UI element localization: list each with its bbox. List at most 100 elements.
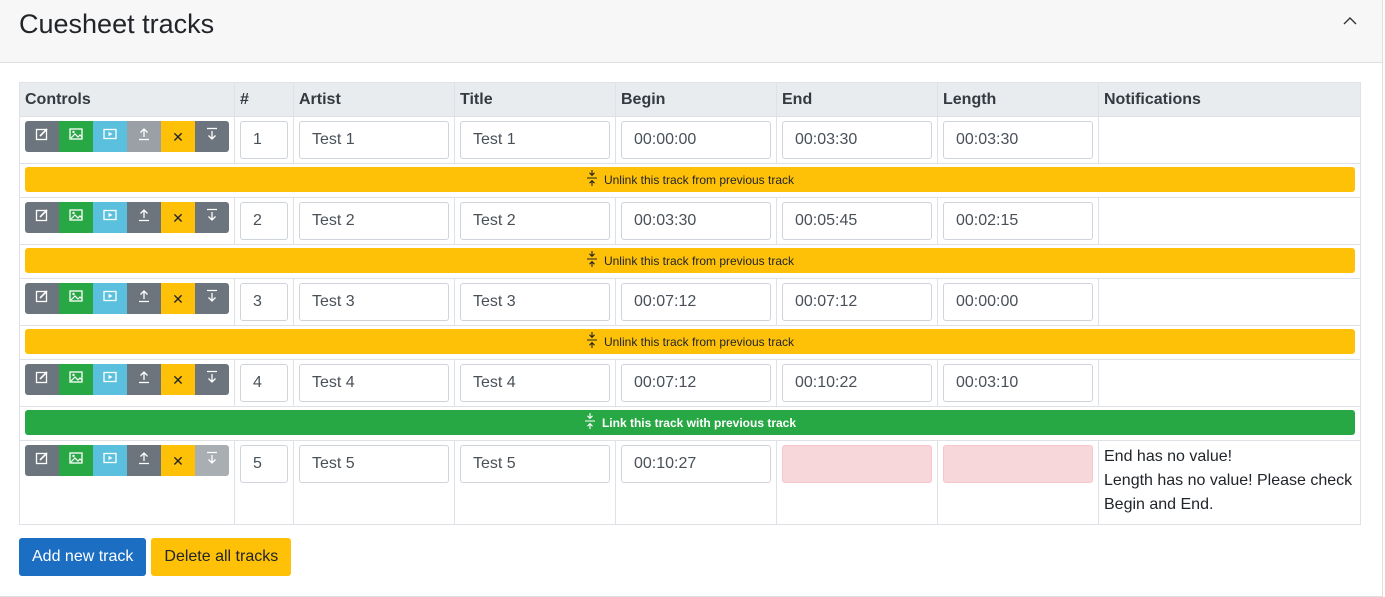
title-input[interactable]: Test 4 bbox=[460, 364, 610, 402]
begin-input[interactable]: 00:00:00 bbox=[621, 121, 771, 159]
end-cell: 00:10:22 bbox=[776, 359, 938, 407]
end-input[interactable]: 00:07:12 bbox=[782, 283, 932, 321]
move-down-button[interactable] bbox=[195, 202, 229, 233]
link-track-button[interactable]: Link this track with previous track bbox=[25, 410, 1355, 435]
move-up-button[interactable] bbox=[127, 121, 161, 152]
edit-button[interactable] bbox=[25, 121, 59, 152]
notifications: End has no value! Length has no value! Pl… bbox=[1104, 445, 1355, 517]
end-input[interactable]: 00:03:30 bbox=[782, 121, 932, 159]
play-button[interactable] bbox=[93, 121, 127, 152]
card-header[interactable]: Cuesheet tracks bbox=[0, 0, 1382, 63]
link-cell: Unlink this track from previous track bbox=[19, 163, 1361, 198]
track-row: ✕ 4 Test 4 Test 4 00:07:12 00:10:22 00:0… bbox=[19, 359, 1361, 407]
chevron-up-icon[interactable] bbox=[1342, 13, 1358, 29]
image-icon bbox=[69, 208, 83, 227]
end-input[interactable]: 00:05:45 bbox=[782, 202, 932, 240]
length-input[interactable]: 00:03:10 bbox=[943, 364, 1093, 402]
end-input[interactable] bbox=[782, 445, 932, 483]
move-up-icon bbox=[137, 451, 151, 470]
delete-track-button[interactable]: ✕ bbox=[161, 445, 195, 476]
begin-input[interactable]: 00:07:12 bbox=[621, 364, 771, 402]
image-button[interactable] bbox=[59, 283, 93, 314]
title-input[interactable]: Test 1 bbox=[460, 121, 610, 159]
delete-icon: ✕ bbox=[172, 452, 184, 469]
number-cell: 2 bbox=[234, 197, 294, 245]
image-button[interactable] bbox=[59, 202, 93, 233]
length-cell: 00:03:10 bbox=[937, 359, 1099, 407]
delete-track-button[interactable]: ✕ bbox=[161, 364, 195, 395]
move-down-button[interactable] bbox=[195, 364, 229, 395]
unlink-track-button[interactable]: Unlink this track from previous track bbox=[25, 248, 1355, 273]
image-button[interactable] bbox=[59, 121, 93, 152]
begin-input[interactable]: 00:10:27 bbox=[621, 445, 771, 483]
length-input[interactable]: 00:00:00 bbox=[943, 283, 1093, 321]
move-up-button[interactable] bbox=[127, 445, 161, 476]
edit-button[interactable] bbox=[25, 364, 59, 395]
edit-button[interactable] bbox=[25, 202, 59, 233]
title-input[interactable]: Test 2 bbox=[460, 202, 610, 240]
image-button[interactable] bbox=[59, 364, 93, 395]
unlink-track-button[interactable]: Unlink this track from previous track bbox=[25, 167, 1355, 192]
artist-input[interactable]: Test 5 bbox=[299, 445, 449, 483]
begin-input[interactable]: 00:03:30 bbox=[621, 202, 771, 240]
edit-icon bbox=[35, 451, 49, 470]
image-button[interactable] bbox=[59, 445, 93, 476]
play-button[interactable] bbox=[93, 283, 127, 314]
link-cell: Link this track with previous track bbox=[19, 406, 1361, 441]
notifications-cell bbox=[1098, 359, 1361, 407]
track-number-input[interactable]: 1 bbox=[240, 121, 288, 159]
artist-cell: Test 3 bbox=[293, 278, 455, 326]
play-button[interactable] bbox=[93, 202, 127, 233]
track-row: ✕ 3 Test 3 Test 3 00:07:12 00:07:12 00:0… bbox=[19, 278, 1361, 326]
title-input[interactable]: Test 5 bbox=[460, 445, 610, 483]
artist-input[interactable]: Test 3 bbox=[299, 283, 449, 321]
artist-cell: Test 1 bbox=[293, 116, 455, 164]
track-number-input[interactable]: 5 bbox=[240, 445, 288, 483]
move-up-button[interactable] bbox=[127, 283, 161, 314]
delete-icon: ✕ bbox=[172, 371, 184, 388]
track-number-input[interactable]: 2 bbox=[240, 202, 288, 240]
play-button[interactable] bbox=[93, 445, 127, 476]
delete-track-button[interactable]: ✕ bbox=[161, 121, 195, 152]
add-track-button[interactable]: Add new track bbox=[19, 538, 147, 576]
artist-input[interactable]: Test 4 bbox=[299, 364, 449, 402]
artist-input[interactable]: Test 1 bbox=[299, 121, 449, 159]
image-icon bbox=[69, 289, 83, 308]
move-down-button[interactable] bbox=[195, 121, 229, 152]
end-cell: 00:07:12 bbox=[776, 278, 938, 326]
play-icon bbox=[103, 127, 117, 146]
track-number-input[interactable]: 4 bbox=[240, 364, 288, 402]
play-button[interactable] bbox=[93, 364, 127, 395]
end-input[interactable]: 00:10:22 bbox=[782, 364, 932, 402]
length-input[interactable]: 00:02:15 bbox=[943, 202, 1093, 240]
delete-icon: ✕ bbox=[172, 290, 184, 307]
move-down-button[interactable] bbox=[195, 283, 229, 314]
unlink-track-button[interactable]: Unlink this track from previous track bbox=[25, 329, 1355, 354]
delete-track-button[interactable]: ✕ bbox=[161, 283, 195, 314]
move-down-button[interactable] bbox=[195, 445, 229, 476]
delete-track-button[interactable]: ✕ bbox=[161, 202, 195, 233]
begin-cell: 00:03:30 bbox=[615, 197, 777, 245]
track-controls: ✕ bbox=[25, 364, 229, 395]
begin-input[interactable]: 00:07:12 bbox=[621, 283, 771, 321]
title-input[interactable]: Test 3 bbox=[460, 283, 610, 321]
length-input[interactable] bbox=[943, 445, 1093, 483]
title-cell: Test 4 bbox=[454, 359, 616, 407]
title-cell: Test 3 bbox=[454, 278, 616, 326]
tracks-table: Controls # Artist Title Begin End Length… bbox=[19, 82, 1361, 525]
artist-cell: Test 5 bbox=[293, 440, 455, 525]
begin-cell: 00:10:27 bbox=[615, 440, 777, 525]
track-controls: ✕ bbox=[25, 202, 229, 233]
edit-button[interactable] bbox=[25, 445, 59, 476]
move-up-button[interactable] bbox=[127, 364, 161, 395]
controls-cell: ✕ bbox=[19, 116, 235, 164]
track-controls: ✕ bbox=[25, 445, 229, 476]
delete-all-tracks-button[interactable]: Delete all tracks bbox=[151, 538, 292, 576]
move-up-button[interactable] bbox=[127, 202, 161, 233]
track-number-input[interactable]: 3 bbox=[240, 283, 288, 321]
length-input[interactable]: 00:03:30 bbox=[943, 121, 1093, 159]
link-cell: Unlink this track from previous track bbox=[19, 244, 1361, 279]
edit-button[interactable] bbox=[25, 283, 59, 314]
artist-input[interactable]: Test 2 bbox=[299, 202, 449, 240]
link-bar-label: Unlink this track from previous track bbox=[603, 172, 795, 187]
